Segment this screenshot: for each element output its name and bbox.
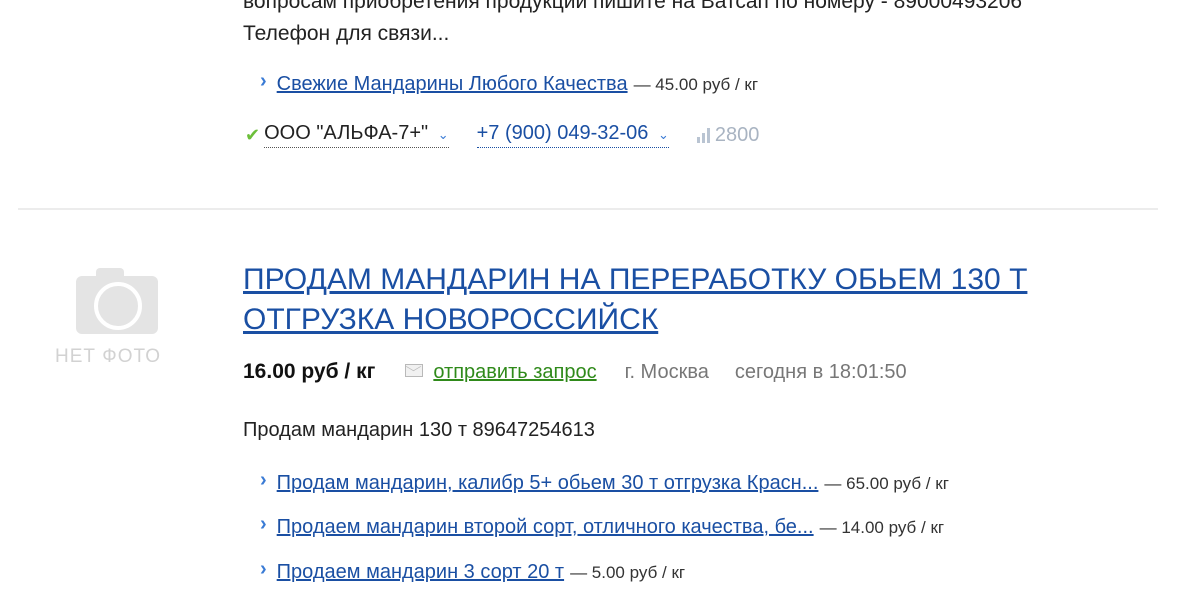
- envelope-icon: [405, 364, 424, 377]
- related-offer-link[interactable]: Свежие Мандарины Любого Качества: [277, 73, 628, 96]
- views-count: 2800: [714, 123, 760, 146]
- related-offer-link[interactable]: Продаем мандарин второй сорт, отличного …: [277, 516, 814, 539]
- title-line: ПРОДАМ МАНДАРИН НА ПЕРЕРАБОТКУ ОБЬЕМ 130…: [243, 263, 1028, 296]
- send-request-link[interactable]: отправить запрос: [433, 361, 596, 384]
- previous-listing-description: вопросам приобретения продукции пишите н…: [243, 0, 1183, 50]
- listing-title-link[interactable]: ПРОДАМ МАНДАРИН НА ПЕРЕРАБОТКУ ОБЬЕМ 130…: [243, 260, 1143, 340]
- related-offer-price: — 65.00 руб / кг: [824, 474, 949, 493]
- listing-city: г. Москва: [624, 361, 709, 383]
- listing-price: 16.00 руб / кг: [243, 360, 376, 383]
- camera-icon: [76, 268, 158, 334]
- listing-time: сегодня в 18:01:50: [734, 361, 907, 383]
- related-offer: › Продам мандарин, калибр 5+ обьем 30 т …: [260, 469, 949, 495]
- chevron-down-icon: ⌄: [437, 127, 449, 142]
- related-offer: › Свежие Мандарины Любого Качества — 45.…: [260, 70, 759, 96]
- chevron-right-icon: ›: [260, 558, 267, 580]
- related-offer-link[interactable]: Продам мандарин, калибр 5+ обьем 30 т от…: [277, 472, 819, 495]
- checkmark-icon: ✔: [245, 124, 261, 145]
- phone-dropdown[interactable]: +7 (900) 049-32-06 ⌄: [476, 122, 669, 148]
- description-line: вопросам приобретения продукции пишите н…: [243, 0, 1023, 13]
- chevron-right-icon: ›: [260, 513, 267, 535]
- related-offer: › Продаем мандарин второй сорт, отличног…: [260, 513, 945, 539]
- related-offer-price: — 14.00 руб / кг: [819, 518, 945, 537]
- description-line: Телефон для связи...: [243, 22, 450, 45]
- no-photo-placeholder: НЕТ ФОТО: [48, 268, 188, 368]
- related-offer-link[interactable]: Продаем мандарин 3 сорт 20 т: [277, 561, 564, 584]
- phone-number: +7 (900) 049-32-06: [476, 122, 649, 144]
- seller-info: ✔ ООО "АЛЬФА-7+" ⌄ +7 (900) 049-32-06 ⌄ …: [245, 122, 759, 148]
- company-dropdown[interactable]: ООО "АЛЬФА-7+" ⌄: [264, 122, 449, 148]
- title-line: ОТГРУЗКА НОВОРОССИЙСК: [243, 303, 659, 336]
- related-offer-price: — 5.00 руб / кг: [570, 563, 686, 582]
- listing-meta: 16.00 руб / кг отправить запрос г. Москв…: [243, 360, 907, 384]
- views-counter: 2800: [696, 123, 760, 147]
- chevron-right-icon: ›: [260, 469, 267, 491]
- chevron-right-icon: ›: [260, 70, 267, 92]
- related-offer-price: — 45.00 руб / кг: [633, 75, 759, 94]
- listing-divider: [18, 208, 1158, 210]
- related-offer: › Продаем мандарин 3 сорт 20 т — 5.00 ру…: [260, 558, 686, 584]
- listing-description: Продам мандарин 130 т 89647254613: [243, 419, 595, 441]
- no-photo-label: НЕТ ФОТО: [54, 346, 162, 367]
- bar-chart-icon: [696, 127, 710, 143]
- page: вопросам приобретения продукции пишите н…: [0, 0, 1200, 600]
- company-name: ООО "АЛЬФА-7+": [264, 122, 429, 144]
- chevron-down-icon: ⌄: [657, 127, 669, 142]
